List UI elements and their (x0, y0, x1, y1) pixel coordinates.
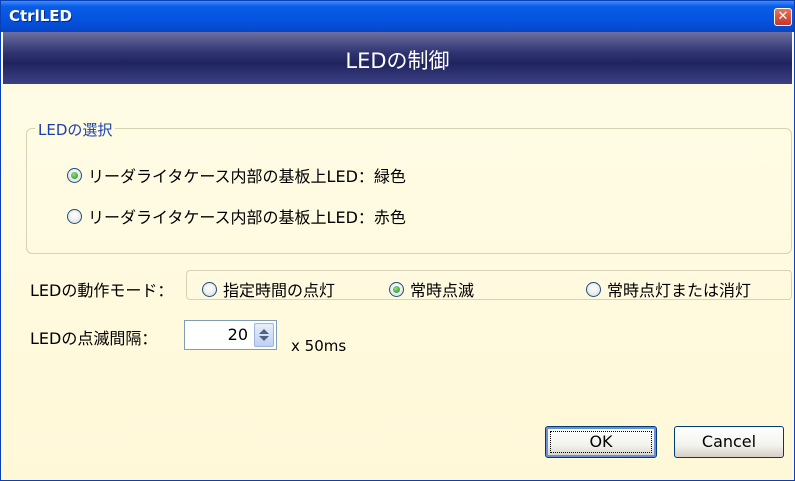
title-bar[interactable]: CtrlLED ✕ (1, 1, 794, 32)
ok-button[interactable]: OK (545, 426, 657, 458)
mode-option-label: 常時点灯または消灯 (607, 281, 752, 300)
mode-option-steady[interactable]: 常時点灯または消灯 (586, 277, 751, 301)
radio-button-checked[interactable] (389, 281, 404, 297)
led-select-group: LEDの選択 (26, 119, 792, 254)
blink-interval-value[interactable]: 20 (228, 325, 248, 344)
led-option-green[interactable]: リーダライタケース内部の基板上LED：緑色 (67, 163, 406, 187)
arrow-down-icon[interactable] (259, 336, 269, 341)
mode-option-timed[interactable]: 指定時間の点灯 (202, 277, 335, 301)
radio-button[interactable] (586, 281, 601, 297)
led-option-label: リーダライタケース内部の基板上LED：赤色 (88, 208, 406, 227)
led-option-label: リーダライタケース内部の基板上LED：緑色 (88, 167, 406, 186)
mode-option-label: 指定時間の点灯 (223, 281, 336, 300)
header-band: LEDの制御 (3, 32, 792, 84)
cancel-button[interactable]: Cancel (674, 426, 784, 458)
focus-ring (550, 431, 652, 453)
content-area: LEDの選択 リーダライタケース内部の基板上LED：緑色 リーダライタケース内部… (3, 90, 792, 480)
radio-button-checked[interactable] (67, 167, 82, 183)
dialog-window: CtrlLED ✕ LEDの制御 LEDの選択 リーダライタケース内部の基板上L… (0, 0, 795, 481)
close-button[interactable]: ✕ (774, 8, 792, 26)
mode-option-blink[interactable]: 常時点滅 (389, 277, 474, 301)
spin-buttons[interactable] (254, 323, 274, 347)
blink-interval-unit: x 50ms (291, 337, 347, 355)
radio-button[interactable] (202, 281, 217, 297)
close-icon: ✕ (777, 9, 789, 24)
window-title: CtrlLED (9, 7, 72, 25)
mode-label: LEDの動作モード： (30, 281, 174, 300)
radio-button[interactable] (67, 208, 82, 224)
led-select-legend: LEDの選択 (35, 119, 116, 140)
mode-option-label: 常時点滅 (410, 281, 475, 300)
cancel-button-label: Cancel (701, 432, 757, 451)
arrow-up-icon[interactable] (259, 329, 269, 334)
blink-interval-stepper[interactable]: 20 (184, 320, 277, 350)
page-title: LEDの制御 (345, 49, 450, 73)
blink-interval-label: LEDの点滅間隔： (30, 329, 158, 348)
led-option-red[interactable]: リーダライタケース内部の基板上LED：赤色 (67, 204, 406, 228)
